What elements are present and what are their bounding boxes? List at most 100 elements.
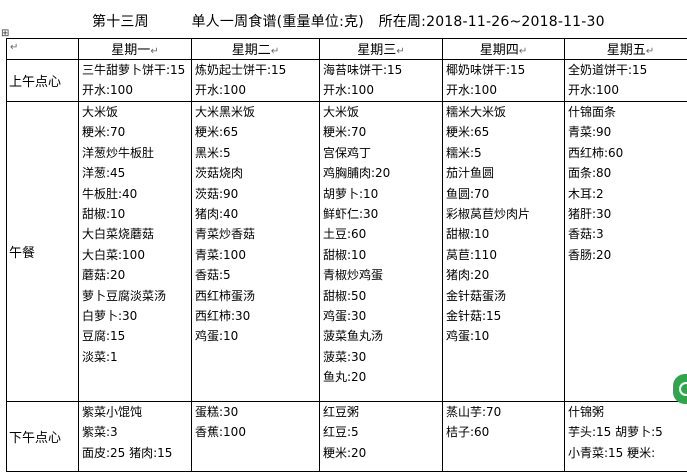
menu-line: 青椒炒鸡蛋	[323, 268, 384, 283]
menu-line: 红豆粥	[323, 405, 360, 419]
menu-line: 洋葱:45	[82, 166, 126, 181]
menu-line: 白萝卜:30	[82, 308, 138, 323]
menu-line: 青菜:90	[568, 125, 612, 140]
menu-line: 开水:100	[446, 83, 497, 98]
header-row: ↵ 星期一↵ 星期二↵ 星期三↵ 星期四↵ 星期五↵	[6, 38, 687, 60]
menu-line: 香菇:5	[195, 268, 231, 283]
menu-line: 粳米:70	[82, 125, 126, 140]
menu-line: 糯米:5	[446, 145, 482, 160]
menu-cell[interactable]: 大米黑米饭粳米:65 黑米:5 茨菇烧肉茨菇:90 猪肉:40 青菜炒香菇青菜:100 香…	[191, 101, 320, 402]
menu-cell[interactable]: 椰奶味饼干:15 开水:100	[442, 59, 565, 102]
meal-row: 上午点心 三牛甜萝卜饼干:15 开水:100 炼奶起士饼干:15 开水:100 海苔味饼干…	[6, 59, 687, 102]
menu-line: 红豆:5	[323, 425, 359, 440]
menu-line: 全奶道饼干:15	[568, 63, 648, 77]
menu-line: 彩椒莴苣炒肉片	[446, 206, 531, 221]
menu-line: 土豆:60	[323, 227, 367, 242]
menu-line: 菠菜鱼丸汤	[323, 329, 384, 344]
menu-line: 海苔味饼干:15	[323, 63, 403, 77]
menu-line: 青菜炒香菇	[195, 227, 256, 242]
menu-line: 甜椒:50	[323, 288, 367, 303]
menu-line: 紫菜小馄饨	[82, 405, 143, 419]
menu-line: 面条:80	[568, 166, 612, 181]
menu-line: 鱼圆:70	[446, 186, 490, 201]
menu-line: 猪肉:40	[195, 206, 239, 221]
menu-line: 糯米大米饭	[446, 105, 507, 119]
menu-cell[interactable]: 什锦面条 青菜:90 西红柿:60 面条:80 木耳:2 猪肝:30 香菇:3 香肠:20	[564, 101, 687, 402]
menu-line: 蛋糕:30	[195, 405, 239, 419]
menu-cell[interactable]: 大米饭 粳米:70 洋葱炒牛板肚 洋葱:45 牛板肚:40 甜椒:10 大白菜烧蘑菇 大白菜:…	[78, 101, 192, 402]
menu-line: 茨菇:90	[195, 186, 239, 201]
menu-line: 鸡胸脯肉:20	[323, 166, 391, 181]
menu-cell[interactable]: 三牛甜萝卜饼干:15 开水:100	[78, 59, 192, 102]
menu-cell[interactable]: 大米饭 粳米:70 宫保鸡丁 鸡胸脯肉:20 胡萝卜:10 鲜虾仁:30 土豆:60 甜椒:1…	[319, 101, 443, 402]
menu-line: 开水:100	[568, 83, 619, 98]
menu-line: 金针菇:15	[446, 308, 502, 323]
menu-line: 鲜虾仁:30	[323, 206, 379, 221]
menu-line: 芋头:15 胡萝卜:5	[568, 425, 663, 440]
menu-line: 紫菜:3	[82, 425, 118, 440]
menu-line: 猪肉:20	[446, 268, 490, 283]
menu-line: 金针菇蛋汤	[446, 288, 507, 303]
menu-line: 青菜:100	[195, 247, 246, 262]
menu-line: 大米黑米饭	[195, 105, 256, 119]
menu-line: 牛板肚:40	[82, 186, 138, 201]
menu-cell[interactable]: 海苔味饼干:15 开水:100	[319, 59, 443, 102]
menu-cell[interactable]: 蛋糕:30 香蕉:100	[191, 401, 320, 472]
menu-line: 宫保鸡丁	[323, 145, 372, 160]
day-header: 星期五↵	[564, 38, 687, 60]
menu-line: 木耳:2	[568, 186, 604, 201]
menu-line: 什锦面条	[568, 105, 617, 119]
page-title: 第十三周 单人一周食谱(重量单位:克) 所在周:2018-11-26~2018-…	[92, 11, 643, 31]
menu-line: 萝卜豆腐淡菜汤	[82, 288, 167, 303]
menu-line: 鸡蛋:30	[323, 308, 367, 323]
menu-line: 鸡蛋:10	[446, 329, 490, 344]
menu-line: 什锦粥	[568, 405, 605, 419]
menu-line: 炼奶起士饼干:15	[195, 63, 287, 77]
day-header: 星期一↵	[78, 38, 192, 60]
menu-line: 猪肝:30	[568, 206, 612, 221]
day-header: 星期三↵	[319, 38, 443, 60]
meal-label: 下午点心	[6, 401, 79, 472]
meal-row: 午餐 大米饭 粳米:70 洋葱炒牛板肚 洋葱:45 牛板肚:40 甜椒:10 大白菜烧蘑菇 大白…	[6, 101, 687, 402]
meal-label: 上午点心	[6, 59, 79, 102]
menu-line: 三牛甜萝卜饼干:15	[82, 63, 186, 77]
menu-cell[interactable]: 紫菜小馄饨紫菜:3 面皮:25 猪肉:15	[78, 401, 192, 472]
menu-line: 蘑菇:20	[82, 268, 126, 283]
corner-cell: ↵	[6, 38, 79, 60]
menu-cell[interactable]: 炼奶起士饼干:15 开水:100	[191, 59, 320, 102]
menu-cell[interactable]: 糯米大米饭 粳米:65 糯米:5 茄汁鱼圆 鱼圆:70 彩椒莴苣炒肉片 甜椒:10 莴苣:11…	[442, 101, 565, 402]
menu-line: 粳米:20	[323, 445, 367, 460]
menu-line: 开水:100	[195, 83, 246, 98]
menu-cell[interactable]: 全奶道饼干:15 开水:100	[564, 59, 687, 102]
menu-line: 甜椒:10	[323, 247, 367, 262]
menu-line: 茨菇烧肉	[195, 166, 244, 181]
menu-line: 面皮:25 猪肉:15	[82, 445, 173, 460]
menu-line: 开水:100	[323, 83, 374, 98]
menu-line: 菠菜:30	[323, 349, 367, 364]
menu-line: 香蕉:100	[195, 425, 246, 440]
menu-line: 粳米:70	[323, 125, 367, 140]
menu-cell[interactable]: 红豆粥红豆:5 粳米:20	[319, 401, 443, 472]
menu-line: 开水:100	[82, 83, 133, 98]
menu-line: 豆腐:15	[82, 329, 126, 344]
menu-line: 蒸山芋:70	[446, 405, 502, 419]
menu-line: 粳米:65	[195, 125, 239, 140]
week-period: 所在周:2018-11-26~2018-11-30	[378, 14, 605, 30]
menu-line: 淡菜:1	[82, 349, 118, 364]
menu-line: 黑米:5	[195, 145, 231, 160]
menu-cell[interactable]: 什锦粥 芋头:15 胡萝卜:5 小青菜:15 粳米:	[564, 401, 687, 472]
menu-line: 大白菜:100	[82, 247, 145, 262]
menu-line: 香肠:20	[568, 247, 612, 262]
menu-line: 大米饭	[82, 105, 119, 119]
menu-line: 甜椒:10	[82, 206, 126, 221]
meal-row: 下午点心 紫菜小馄饨 紫菜:3 面皮:25 猪肉:15 蛋糕:30 香蕉:100 红豆粥 红豆…	[6, 401, 687, 472]
week-label: 第十三周	[92, 14, 149, 30]
day-header: 星期二↵	[191, 38, 320, 60]
meal-label: 午餐	[6, 101, 79, 402]
menu-line: 鱼丸:20	[323, 370, 367, 385]
float-assistant-icon[interactable]	[673, 374, 687, 404]
menu-line: 西红柿蛋汤	[195, 288, 256, 303]
menu-cell[interactable]: 蒸山芋:70 桔子:60	[442, 401, 565, 472]
day-header: 星期四↵	[442, 38, 565, 60]
menu-line: 香菇:3	[568, 227, 604, 242]
